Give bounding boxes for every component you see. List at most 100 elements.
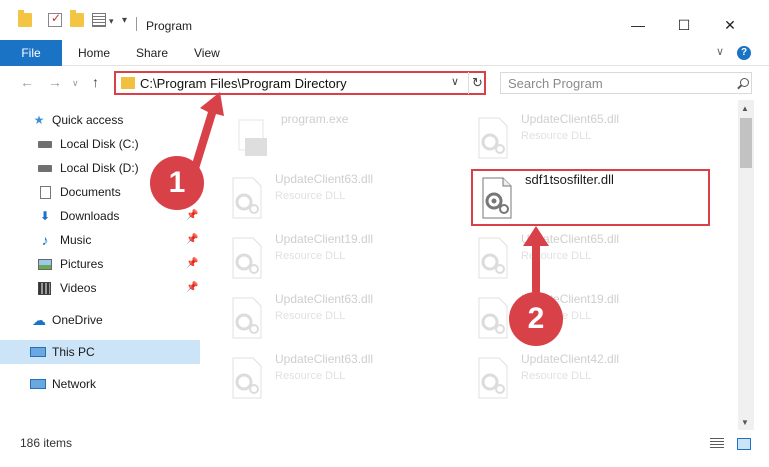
file-type: Resource DLL — [275, 190, 346, 202]
file-item[interactable]: UpdateClient63.dll Resource DLL — [227, 350, 467, 406]
file-name: UpdateClient63.dll — [275, 172, 374, 186]
sidebar-item-onedrive[interactable]: ☁ OneDrive — [0, 308, 200, 332]
pin-icon[interactable]: 📌 — [186, 276, 198, 300]
sidebar-item-label: Music — [60, 233, 92, 247]
file-type: Resource DLL — [275, 310, 346, 322]
file-type: Resource DLL — [275, 250, 346, 262]
details-view-icon[interactable] — [710, 438, 724, 450]
document-icon — [38, 185, 52, 199]
dll-file-icon — [232, 297, 262, 339]
search-icon[interactable] — [740, 78, 749, 87]
picture-icon — [38, 257, 52, 271]
search-input[interactable] — [500, 72, 752, 94]
file-name: UpdateClient42.dll — [521, 352, 620, 366]
cloud-icon: ☁ — [32, 312, 46, 328]
file-item[interactable]: program.exe — [233, 110, 473, 166]
dll-file-icon — [478, 297, 508, 339]
drive-icon — [38, 137, 52, 151]
sidebar-item-label: Downloads — [60, 209, 120, 223]
drive-icon — [38, 161, 52, 175]
file-name: program.exe — [281, 112, 349, 126]
file-item[interactable]: UpdateClient65.dll Resource DLL — [473, 230, 713, 286]
title-bar: ▾ ▾ Program — ☐ ✕ — [0, 0, 769, 40]
file-type: Resource DLL — [275, 370, 346, 382]
music-icon: ♪ — [41, 232, 49, 248]
sidebar-item-label: Documents — [60, 185, 121, 199]
back-arrow-icon[interactable]: ← — [20, 74, 34, 90]
tab-file[interactable]: File — [0, 40, 62, 66]
navigation-bar: ← → ∨ ↑ C:\Program Files\Program Directo… — [0, 66, 769, 100]
dll-file-icon — [478, 357, 508, 399]
properties-check-icon[interactable] — [48, 11, 62, 27]
video-icon — [38, 281, 52, 295]
tab-view[interactable]: View — [194, 40, 220, 66]
expand-ribbon-icon[interactable]: ∨ — [716, 45, 724, 58]
file-name: UpdateClient65.dll — [521, 112, 620, 126]
pin-icon[interactable]: 📌 — [186, 228, 198, 252]
status-bar: 186 items — [0, 430, 769, 467]
recent-locations-icon[interactable]: ∨ — [72, 78, 79, 89]
quick-access-dropdown-icon[interactable]: ▾ — [122, 15, 127, 26]
refresh-icon[interactable]: ↻ — [468, 72, 486, 94]
sidebar-item-pictures[interactable]: Pictures 📌 — [0, 252, 200, 276]
sidebar-item-label: Network — [52, 377, 97, 391]
address-dropdown-icon[interactable]: ∨ — [451, 75, 459, 88]
dll-file-icon — [232, 237, 262, 279]
file-item[interactable]: UpdateClient42.dll Resource DLL — [473, 350, 713, 406]
address-path[interactable]: C:\Program Files\Program Directory — [140, 76, 347, 91]
scroll-up-icon[interactable]: ▲ — [741, 104, 749, 113]
dll-file-icon — [478, 117, 508, 159]
forward-arrow-icon[interactable]: → — [48, 74, 62, 90]
highlight-box — [471, 169, 710, 226]
file-name: UpdateClient65.dll — [521, 232, 620, 246]
vertical-scrollbar[interactable]: ▲ ▼ — [738, 100, 754, 430]
step-badge-2: 2 — [509, 292, 563, 346]
sidebar-item-this-pc[interactable]: This PC — [0, 340, 200, 364]
minimize-button[interactable]: — — [615, 10, 661, 40]
dll-file-icon — [232, 357, 262, 399]
sidebar-item-label: Local Disk (D:) — [60, 161, 139, 175]
navigation-pane: ★ Quick access Local Disk (C:) Local Dis… — [0, 100, 205, 430]
sidebar-item-label: Pictures — [60, 257, 104, 271]
sidebar-item-videos[interactable]: Videos 📌 — [0, 276, 200, 300]
help-icon[interactable]: ? — [737, 46, 751, 60]
scroll-thumb[interactable] — [740, 118, 752, 168]
tab-share[interactable]: Share — [136, 40, 168, 66]
file-type: Resource DLL — [521, 130, 592, 142]
star-icon: ★ — [33, 113, 45, 127]
dll-file-icon — [232, 177, 262, 219]
file-item[interactable]: UpdateClient63.dll Resource DLL — [227, 290, 467, 346]
step-badge-1: 1 — [150, 156, 204, 210]
file-item[interactable]: UpdateClient65.dll Resource DLL — [473, 110, 713, 166]
pin-icon[interactable]: 📌 — [186, 252, 198, 276]
up-arrow-icon[interactable]: ↑ — [92, 74, 99, 90]
folder-icon[interactable] — [18, 10, 32, 27]
sidebar-item-label: Videos — [60, 281, 97, 295]
sidebar-item-local-disk-c[interactable]: Local Disk (C:) — [0, 132, 200, 156]
sidebar-item-label: This PC — [52, 345, 95, 359]
file-item[interactable]: UpdateClient63.dll Resource DLL — [227, 170, 467, 226]
new-folder-icon[interactable] — [70, 10, 84, 27]
chevron-down-icon[interactable]: ▾ — [109, 16, 114, 27]
file-name: UpdateClient19.dll — [275, 232, 374, 246]
customize-toolbar-icon[interactable] — [92, 13, 106, 27]
file-name: UpdateClient63.dll — [275, 352, 374, 366]
address-bar[interactable]: C:\Program Files\Program Directory ∨ ↻ — [114, 71, 486, 95]
sidebar-item-network[interactable]: Network — [0, 372, 200, 396]
computer-icon — [30, 345, 46, 359]
sidebar-item-music[interactable]: ♪ Music 📌 — [0, 228, 200, 252]
file-item[interactable]: UpdateClient19.dll Resource DLL — [227, 230, 467, 286]
sidebar-item-quick-access[interactable]: ★ Quick access — [0, 108, 200, 132]
file-type: Resource DLL — [521, 250, 592, 262]
ribbon-tabs: File Home Share View ∨ ? — [0, 40, 769, 66]
maximize-button[interactable]: ☐ — [661, 10, 707, 40]
close-button[interactable]: ✕ — [707, 10, 753, 40]
title-separator — [136, 17, 137, 31]
sidebar-item-label: Local Disk (C:) — [60, 137, 139, 151]
folder-icon — [121, 77, 135, 89]
sidebar-item-label: Quick access — [52, 113, 124, 127]
large-icons-view-icon[interactable] — [737, 438, 751, 450]
tab-home[interactable]: Home — [78, 40, 110, 66]
file-name: UpdateClient63.dll — [275, 292, 374, 306]
scroll-down-icon[interactable]: ▼ — [741, 418, 749, 427]
